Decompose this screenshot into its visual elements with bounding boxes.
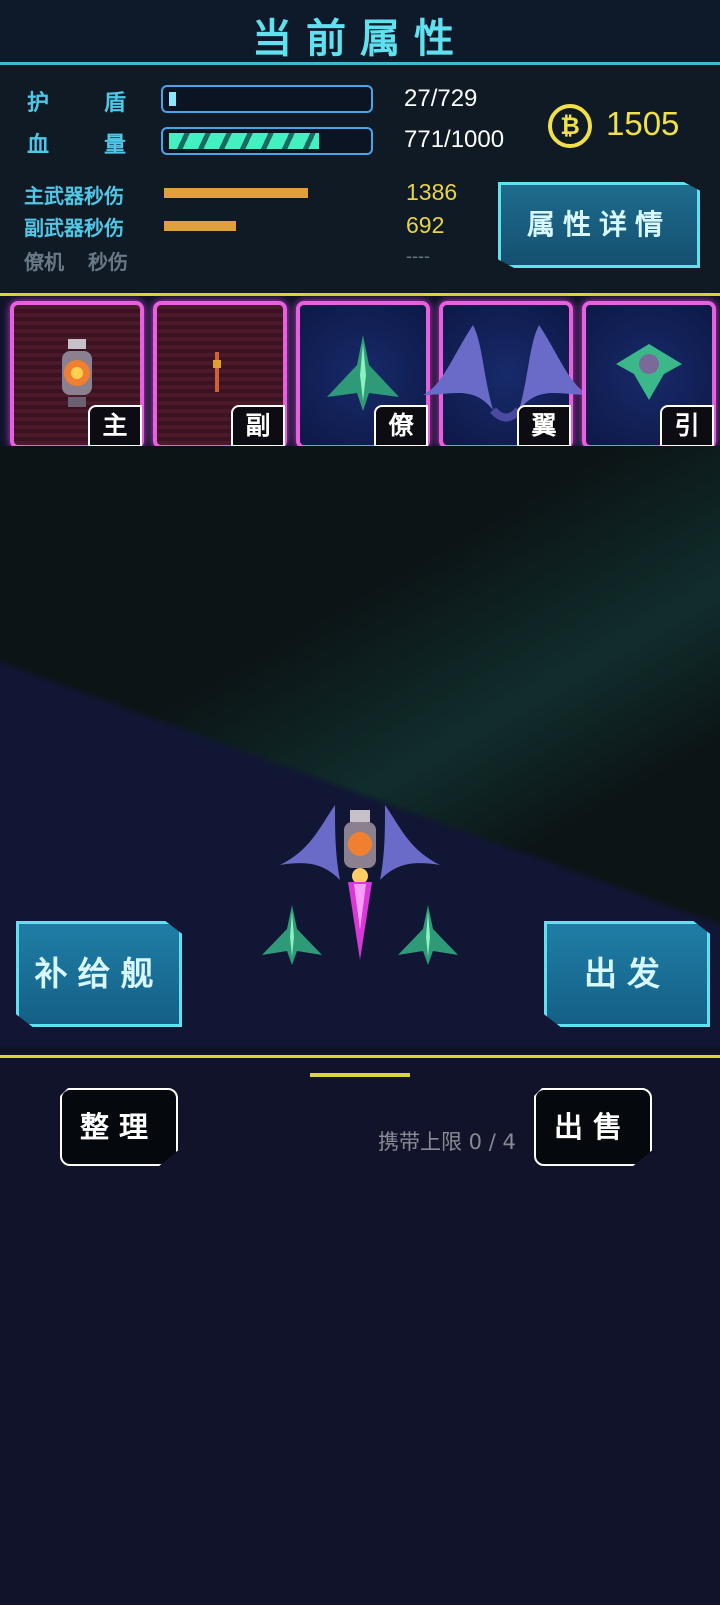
supply-ship-label: 补给舰 xyxy=(34,954,164,993)
slots-divider xyxy=(0,293,720,296)
page-title: 当前属性 xyxy=(252,16,468,62)
hp-bar-fill xyxy=(169,133,319,149)
hp-value: 771/1000 xyxy=(404,126,505,153)
main-weapon-icon xyxy=(62,339,92,407)
hp-label-b: 量 xyxy=(104,133,127,158)
main-dps-label: 主武器秒伤 xyxy=(24,184,124,208)
shield-bar-fill xyxy=(169,92,176,106)
slot-sub-weapon[interactable]: 副 xyxy=(153,301,287,449)
wingman-right-icon xyxy=(398,905,458,965)
supply-ship-button[interactable]: 补给舰 xyxy=(16,921,182,1027)
hp-bar xyxy=(161,127,373,155)
wing-icon xyxy=(423,325,589,422)
attribute-details-button[interactable]: 属性详情 xyxy=(498,182,700,268)
sell-label: 出售 xyxy=(553,1110,632,1144)
depart-button[interactable]: 出发 xyxy=(544,921,710,1027)
sub-dps-value: 692 xyxy=(406,212,445,238)
wingman-icon xyxy=(327,335,399,411)
slot-engine[interactable]: 引 xyxy=(582,301,716,449)
slot-tag-main: 主 xyxy=(88,405,142,447)
hp-label-a: 血 xyxy=(27,133,50,158)
shield-label-a: 护 xyxy=(27,91,50,116)
wingman-dps-label-a: 僚机 xyxy=(24,250,64,274)
sub-dps-label: 副武器秒伤 xyxy=(24,216,124,240)
slot-wingman[interactable]: 僚 xyxy=(296,301,430,449)
shield-bar xyxy=(161,85,373,113)
main-dps-bar xyxy=(164,188,308,198)
slot-wing[interactable]: 翼 xyxy=(423,301,589,449)
sub-dps-bar xyxy=(164,221,236,231)
coin-icon: ₿ xyxy=(548,104,592,148)
slot-tag-wing: 翼 xyxy=(517,405,571,447)
attribute-details-label: 属性详情 xyxy=(526,208,671,241)
shield-value: 27/729 xyxy=(404,85,478,112)
slot-tag-sub: 副 xyxy=(231,405,285,447)
organize-button[interactable]: 整理 xyxy=(60,1088,178,1166)
slot-tag-engine: 引 xyxy=(660,405,714,447)
sub-weapon-icon xyxy=(213,352,221,392)
shield-label-b: 盾 xyxy=(104,91,127,116)
carry-capacity: 携带上限 0 / 4 xyxy=(378,1130,516,1154)
coin-value: 1505 xyxy=(606,105,680,142)
slot-main-weapon[interactable]: 主 xyxy=(10,301,144,449)
sell-button[interactable]: 出售 xyxy=(534,1088,652,1166)
main-dps-value: 1386 xyxy=(406,179,458,205)
wingman-dps-value: ---- xyxy=(406,246,430,266)
organize-label: 整理 xyxy=(79,1110,158,1144)
wingman-dps-label-b: 秒伤 xyxy=(88,250,128,274)
engine-icon xyxy=(616,344,682,400)
wingman-left-icon xyxy=(262,905,322,965)
divider-notch xyxy=(310,1058,410,1077)
depart-label: 出发 xyxy=(584,954,670,993)
